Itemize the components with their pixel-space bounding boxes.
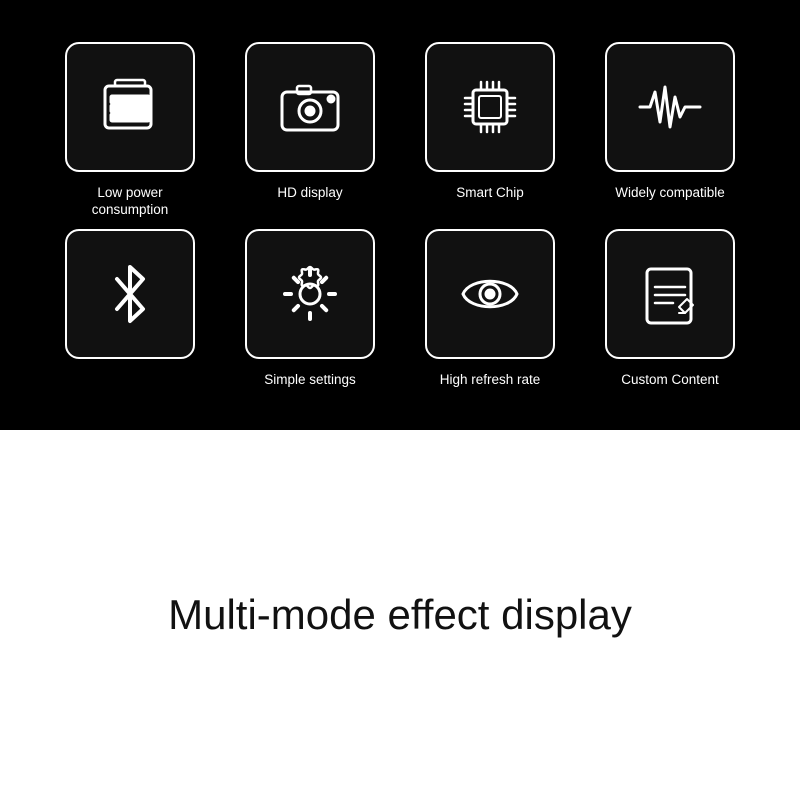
battery-icon bbox=[95, 72, 165, 142]
smart-chip-icon-box bbox=[425, 42, 555, 172]
feature-item-custom-content: Custom Content bbox=[590, 229, 750, 389]
smart-chip-label: Smart Chip bbox=[456, 184, 524, 202]
widely-compatible-icon-box bbox=[605, 42, 735, 172]
bluetooth-icon bbox=[95, 259, 165, 329]
low-power-label: Low power consumption bbox=[65, 184, 195, 219]
feature-item-simple-settings: Simple settings bbox=[230, 229, 390, 389]
eye-icon bbox=[455, 259, 525, 329]
custom-content-icon-box bbox=[605, 229, 735, 359]
top-section: Low power consumption HD display bbox=[0, 0, 800, 430]
feature-item-smart-chip: Smart Chip bbox=[410, 42, 570, 219]
bottom-title: Multi-mode effect display bbox=[168, 591, 632, 639]
hd-display-label: HD display bbox=[277, 184, 342, 202]
chip-icon bbox=[455, 72, 525, 142]
high-refresh-label: High refresh rate bbox=[440, 371, 541, 389]
gear-icon bbox=[275, 259, 345, 329]
document-edit-icon bbox=[635, 259, 705, 329]
camera-icon bbox=[275, 72, 345, 142]
feature-item-bluetooth bbox=[50, 229, 210, 389]
high-refresh-icon-box bbox=[425, 229, 555, 359]
custom-content-label: Custom Content bbox=[621, 371, 719, 389]
simple-settings-icon-box bbox=[245, 229, 375, 359]
feature-item-widely-compatible: Widely compatible bbox=[590, 42, 750, 219]
low-power-icon-box bbox=[65, 42, 195, 172]
widely-compatible-label: Widely compatible bbox=[615, 184, 725, 202]
bluetooth-icon-box bbox=[65, 229, 195, 359]
simple-settings-label: Simple settings bbox=[264, 371, 356, 389]
feature-item-hd-display: HD display bbox=[230, 42, 390, 219]
feature-item-low-power: Low power consumption bbox=[50, 42, 210, 219]
waveform-icon bbox=[635, 72, 705, 142]
bottom-section: Multi-mode effect display bbox=[0, 430, 800, 800]
feature-grid: Low power consumption HD display bbox=[30, 12, 770, 419]
feature-item-high-refresh: High refresh rate bbox=[410, 229, 570, 389]
hd-display-icon-box bbox=[245, 42, 375, 172]
